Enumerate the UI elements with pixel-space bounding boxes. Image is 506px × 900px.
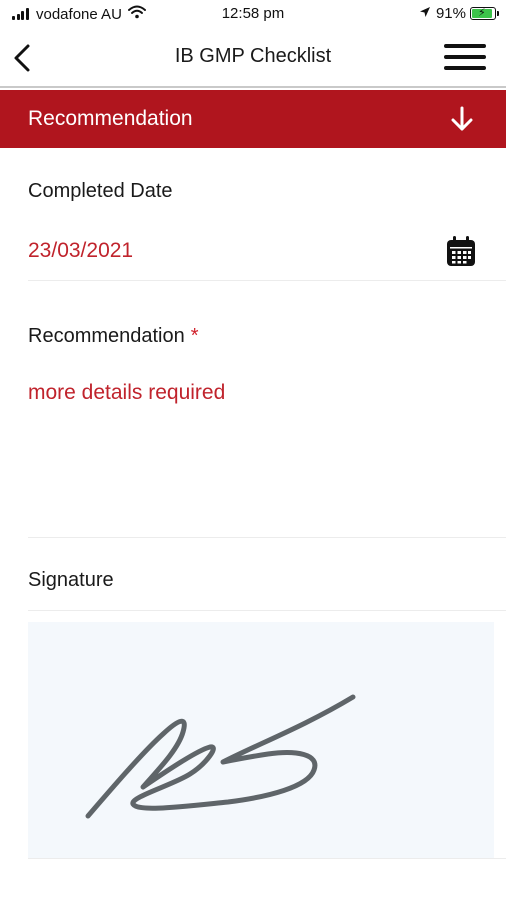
nav-divider <box>0 86 506 88</box>
location-arrow-icon <box>419 5 431 22</box>
bolt-icon: ⚡ <box>478 7 486 19</box>
recommendation-label-text: Recommendation <box>28 325 185 347</box>
status-right: 91% ⚡ <box>419 5 499 22</box>
section-title: Recommendation <box>28 107 193 130</box>
signature-drawing <box>85 694 356 819</box>
page-title: IB GMP Checklist <box>174 45 332 67</box>
field-divider <box>28 858 506 859</box>
completed-date-value[interactable]: 23/03/2021 <box>28 239 133 263</box>
field-divider <box>28 610 506 611</box>
status-bar: vodafone AU 12:58 pm 91% ⚡ <box>0 0 506 30</box>
required-mark: * <box>190 325 199 347</box>
completed-date-label: Completed Date <box>28 180 173 202</box>
field-divider <box>28 537 506 538</box>
wifi-icon <box>127 5 146 23</box>
signal-icon <box>12 8 30 20</box>
back-button[interactable] <box>10 40 40 76</box>
recommendation-label: Recommendation * <box>28 325 199 348</box>
screen: vodafone AU 12:58 pm 91% ⚡ IB GMP Checkl… <box>0 0 506 900</box>
section-header-recommendation[interactable]: Recommendation <box>0 90 506 148</box>
recommendation-value[interactable]: more details required <box>28 381 225 405</box>
battery-percent: 91% <box>435 5 466 22</box>
hamburger-menu-icon <box>444 44 486 48</box>
battery-cap <box>497 11 499 16</box>
menu-button[interactable] <box>444 42 486 72</box>
arrow-down-icon[interactable] <box>448 105 476 133</box>
status-left: vodafone AU <box>12 5 146 23</box>
field-divider <box>28 280 506 281</box>
battery-charging-icon: ⚡ <box>470 7 499 20</box>
hamburger-menu-icon-bar <box>444 55 486 59</box>
hamburger-menu-icon-bar <box>444 66 486 70</box>
signature-label: Signature <box>28 569 114 591</box>
calendar-icon[interactable] <box>444 235 478 269</box>
carrier-name: vodafone AU <box>36 5 122 23</box>
chevron-left-icon <box>14 44 30 72</box>
nav-bar: IB GMP Checklist <box>0 30 506 86</box>
signature-pad[interactable] <box>28 622 494 858</box>
